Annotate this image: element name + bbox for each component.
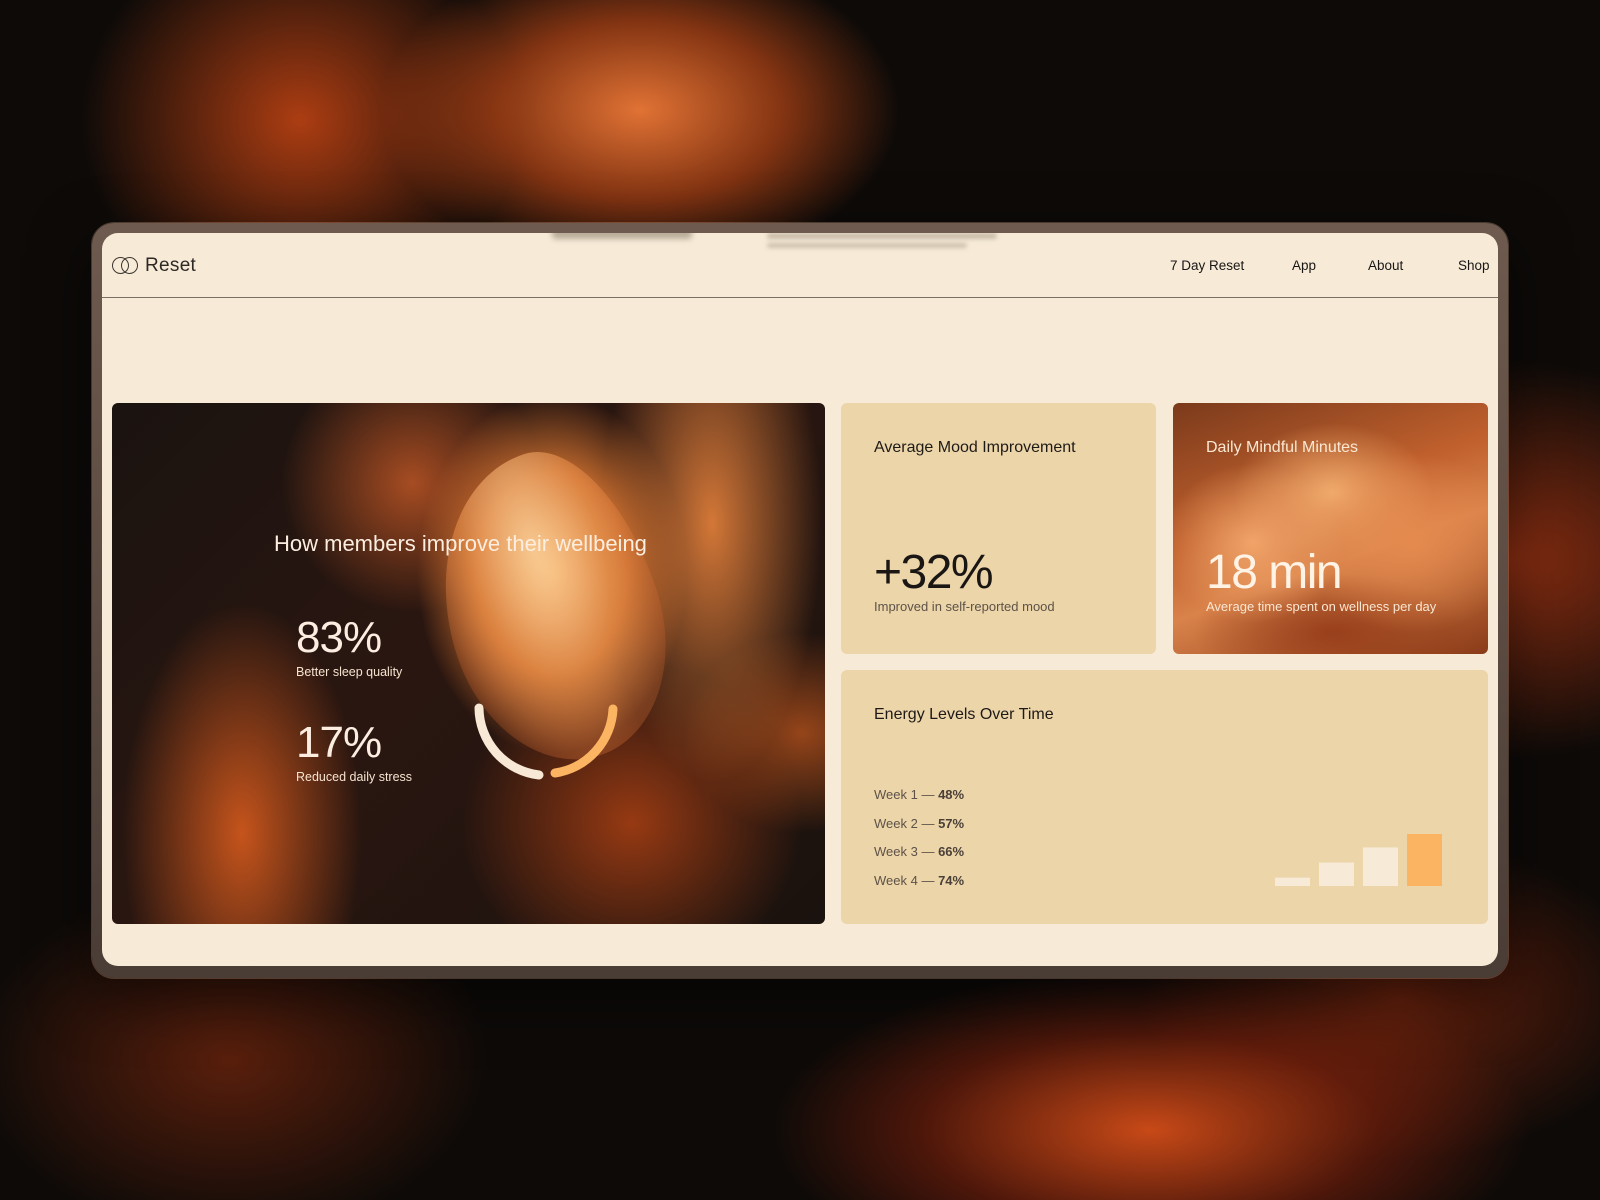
energy-bar (1319, 862, 1354, 886)
hero-title: How members improve their wellbeing (274, 531, 647, 556)
mindful-card: Daily Mindful Minutes 18 min Average tim… (1173, 403, 1488, 654)
mood-card-title: Average Mood Improvement (874, 439, 1076, 456)
ring-segment-accent (550, 704, 618, 778)
progress-ring (474, 703, 618, 780)
mindful-card-title: Daily Mindful Minutes (1206, 439, 1359, 456)
scrolled-text-ghost (552, 233, 692, 239)
wellbeing-hero-card: How members improve their wellbeing 83% … (112, 403, 825, 924)
mood-caption: Improved in self-reported mood (874, 599, 1055, 614)
energy-card: Energy Levels Over Time Week 1 — 48% Wee… (841, 670, 1488, 924)
energy-bar (1363, 847, 1398, 886)
energy-bar (1275, 877, 1310, 886)
mindful-caption: Average time spent on wellness per day (1206, 599, 1437, 614)
mindful-value: 18 min (1206, 546, 1343, 599)
logo-rings-icon (112, 256, 139, 276)
brand-logo[interactable]: Reset (112, 255, 196, 277)
stat-value-sleep: 83% (296, 613, 382, 662)
nav-link-app[interactable]: App (1292, 258, 1316, 273)
nav-link-shop[interactable]: Shop (1458, 258, 1490, 273)
brand-name: Reset (145, 255, 197, 276)
nav-link-7-day-reset[interactable]: 7 Day Reset (1170, 258, 1244, 273)
stat-label-sleep: Better sleep quality (296, 665, 403, 679)
energy-bar-chart (1275, 834, 1442, 886)
scrolled-text-ghost (767, 233, 997, 239)
scrolled-text-ghost (767, 243, 967, 248)
nav-link-about[interactable]: About (1368, 258, 1403, 273)
mood-card: Average Mood Improvement +32% Improved i… (841, 403, 1156, 654)
energy-bar (1407, 834, 1442, 886)
browser-viewport: Reset 7 Day Reset App About Shop How mem… (102, 233, 1498, 966)
stat-label-stress: Reduced daily stress (296, 770, 413, 784)
site-header: Reset 7 Day Reset App About Shop (102, 233, 1498, 298)
mood-value: +32% (874, 546, 994, 599)
stat-value-stress: 17% (296, 718, 382, 767)
ring-segment-cream (474, 703, 544, 780)
